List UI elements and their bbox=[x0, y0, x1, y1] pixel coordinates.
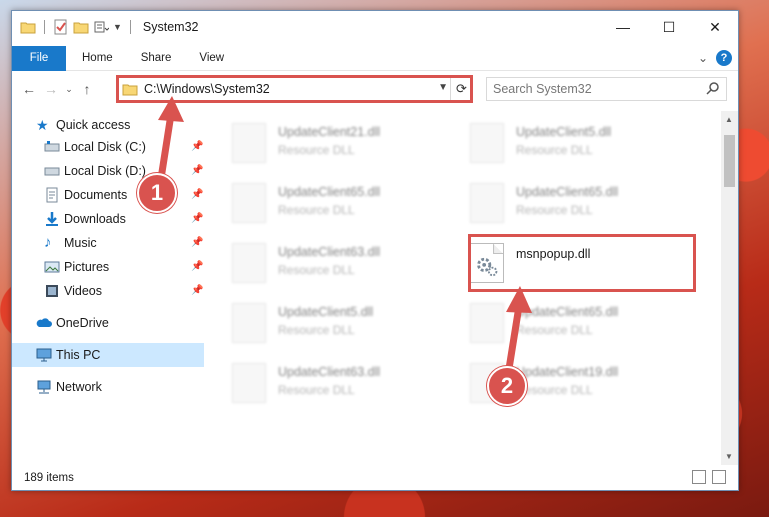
annotation-arrows bbox=[156, 96, 532, 376]
arrow-2-head bbox=[506, 286, 532, 313]
step-marker-1: 1 bbox=[137, 173, 177, 213]
step-marker-2: 2 bbox=[487, 366, 527, 406]
arrow-1-head bbox=[158, 96, 184, 122]
